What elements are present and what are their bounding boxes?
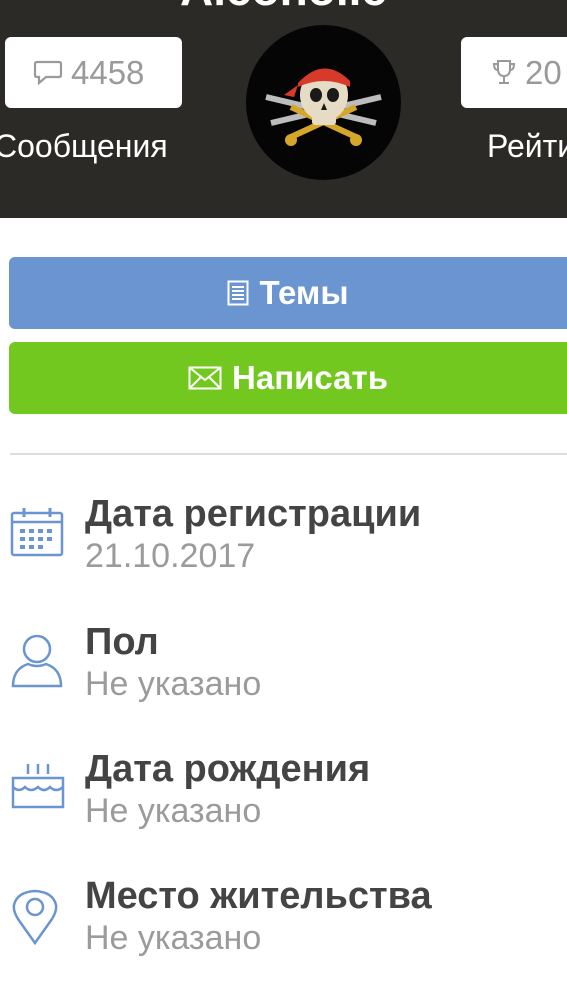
info-row-gender: Пол Не указано bbox=[0, 621, 567, 731]
info-row-birth-date: Дата рождения Не указано bbox=[0, 748, 567, 858]
document-list-icon bbox=[227, 280, 249, 306]
messages-label: Сообщения bbox=[0, 128, 168, 164]
info-title: Пол bbox=[85, 621, 159, 663]
pirate-skull-avatar bbox=[265, 68, 382, 146]
speech-bubble-icon bbox=[33, 60, 63, 85]
profile-header: Alcoholic 4458 Сообщения bbox=[0, 0, 567, 218]
rating-count-box[interactable]: 20 bbox=[461, 37, 567, 108]
info-value: 21.10.2017 bbox=[85, 537, 256, 575]
info-title: Дата регистрации bbox=[85, 493, 422, 535]
topics-button[interactable]: Темы bbox=[9, 257, 567, 329]
info-row-residence: Место жительства Не указано bbox=[0, 875, 567, 985]
calendar-icon bbox=[10, 508, 64, 557]
info-title: Место жительства bbox=[85, 875, 432, 917]
birthday-cake-icon bbox=[11, 764, 65, 809]
rating-count: 20 bbox=[525, 53, 562, 91]
write-message-button[interactable]: Написать bbox=[9, 342, 567, 414]
info-row-registration-date: Дата регистрации 21.10.2017 bbox=[0, 493, 567, 603]
avatar[interactable] bbox=[246, 25, 401, 180]
envelope-icon bbox=[188, 366, 222, 390]
divider bbox=[10, 453, 567, 455]
trophy-icon bbox=[492, 59, 516, 84]
user-icon bbox=[11, 634, 63, 688]
profile-username: Alcoholic bbox=[0, 0, 567, 16]
info-value: Не указано bbox=[85, 665, 262, 703]
messages-count: 4458 bbox=[71, 53, 145, 91]
info-value: Не указано bbox=[85, 919, 262, 957]
write-button-label: Написать bbox=[232, 359, 388, 396]
location-pin-icon bbox=[12, 889, 58, 945]
messages-count-box[interactable]: 4458 bbox=[5, 37, 182, 108]
rating-label: Рейтинг bbox=[487, 128, 567, 164]
info-value: Не указано bbox=[85, 792, 262, 830]
topics-button-label: Темы bbox=[259, 274, 349, 311]
info-title: Дата рождения bbox=[85, 748, 371, 790]
